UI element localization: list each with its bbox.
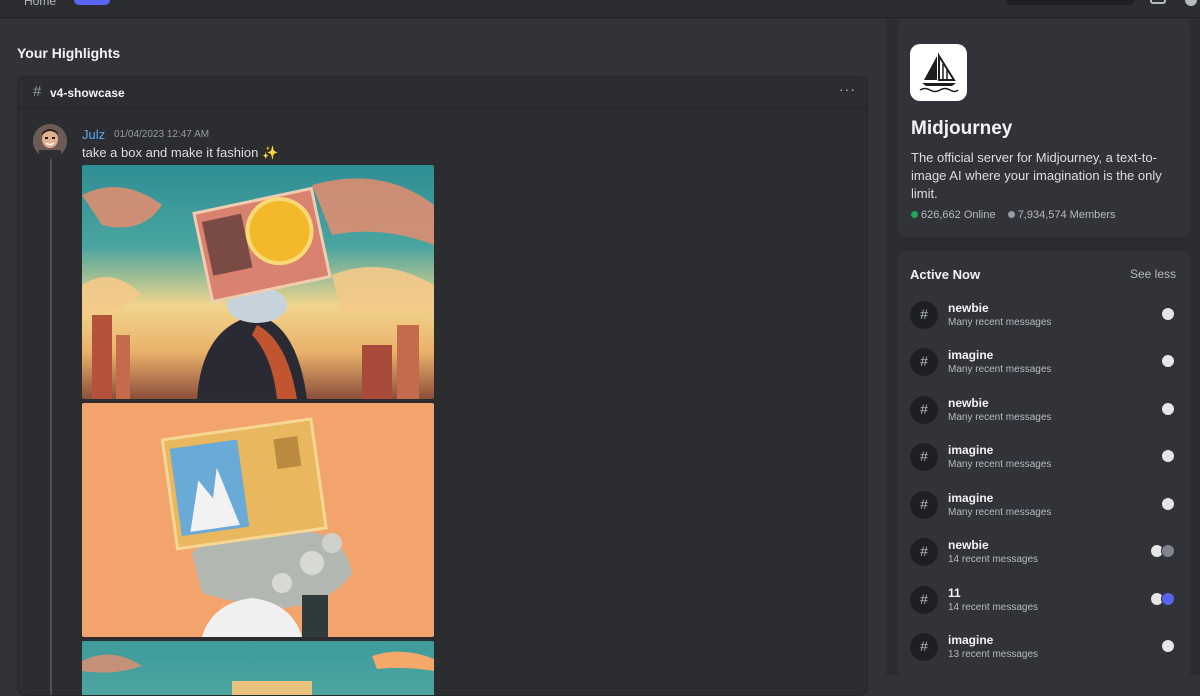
avatar-image bbox=[33, 124, 67, 158]
home-label[interactable]: Home bbox=[24, 0, 56, 8]
avatar[interactable] bbox=[33, 124, 67, 158]
active-item-name: 11 bbox=[948, 586, 961, 600]
user-avatar bbox=[1161, 354, 1175, 368]
active-item-sub: Many recent messages bbox=[948, 364, 1052, 375]
active-item[interactable]: # imagine Many recent messages bbox=[910, 437, 1182, 477]
active-item-sub: Many recent messages bbox=[948, 507, 1052, 518]
sparkles-emoji: ✨ bbox=[261, 145, 279, 160]
user-avatar bbox=[1161, 449, 1175, 463]
active-item-name: imagine bbox=[948, 348, 994, 362]
attachment-image-2[interactable] bbox=[82, 403, 434, 637]
user-avatar bbox=[1161, 592, 1175, 606]
active-item[interactable]: # newbie Many recent messages bbox=[910, 390, 1182, 430]
active-item-sub: Many recent messages bbox=[948, 412, 1052, 423]
username[interactable]: Julz bbox=[82, 127, 105, 142]
active-item-name: newbie bbox=[948, 538, 989, 552]
message-text: take a box and make it fashion ✨ bbox=[82, 145, 278, 161]
active-item[interactable]: # imagine Many recent messages bbox=[910, 342, 1182, 382]
server-card: Midjourney The official server for Midjo… bbox=[898, 18, 1190, 237]
sailboat-logo-icon[interactable] bbox=[910, 44, 967, 101]
active-item-name: imagine bbox=[948, 633, 994, 647]
members-dot bbox=[1007, 211, 1015, 218]
inbox-icon[interactable] bbox=[1150, 0, 1166, 4]
active-item[interactable]: # 11 14 recent messages bbox=[910, 580, 1182, 620]
active-item-sub: Many recent messages bbox=[948, 317, 1052, 328]
attachment-image-3[interactable] bbox=[82, 641, 434, 695]
hash-icon: # bbox=[33, 83, 42, 100]
server-description: The official server for Midjourney, a te… bbox=[911, 150, 1162, 201]
home-icon[interactable] bbox=[4, 0, 18, 4]
thread-line bbox=[50, 159, 52, 695]
online-dot bbox=[911, 211, 918, 218]
search-input[interactable] bbox=[1006, 0, 1134, 5]
channel-thread-icon: # bbox=[910, 538, 938, 566]
card-header[interactable]: # v4-showcase ··· bbox=[18, 77, 867, 108]
message-body: take a box and make it fashion bbox=[82, 145, 259, 160]
user-avatar bbox=[1161, 639, 1175, 653]
active-item-name: imagine bbox=[948, 443, 994, 457]
active-item-sub: 14 recent messages bbox=[948, 554, 1039, 565]
active-item-name: imagine bbox=[948, 491, 994, 505]
right-sidebar: Midjourney The official server for Midjo… bbox=[886, 18, 1200, 691]
see-less-button[interactable]: See less bbox=[1130, 267, 1176, 281]
active-item[interactable]: # imagine Many recent messages bbox=[910, 485, 1182, 525]
user-avatar bbox=[1161, 402, 1175, 416]
active-item-name: newbie bbox=[948, 396, 989, 410]
more-icon[interactable]: ··· bbox=[839, 81, 856, 97]
new-badge bbox=[74, 0, 110, 5]
sailboat-logo-svg bbox=[919, 52, 959, 93]
server-name: Midjourney bbox=[911, 118, 1013, 139]
active-item-name: newbie bbox=[948, 301, 989, 315]
channel-thread-icon: # bbox=[910, 491, 938, 519]
active-item-sub: 14 recent messages bbox=[948, 602, 1039, 613]
active-now-card: Active Now See less # newbie Many recent… bbox=[898, 251, 1190, 691]
channel-thread-icon: # bbox=[910, 348, 938, 376]
active-item[interactable]: # newbie 14 recent messages bbox=[910, 532, 1182, 572]
user-avatar bbox=[1161, 544, 1175, 558]
channel-thread-icon: # bbox=[910, 633, 938, 661]
image-1-art bbox=[82, 178, 434, 399]
image-3-art bbox=[82, 651, 434, 695]
server-stats: 626,662 Online 7,934,574 Members bbox=[911, 209, 1116, 221]
highlight-card: # v4-showcase ··· Julz 01/04/2023 12:47 … bbox=[17, 76, 868, 696]
channel-thread-icon: # bbox=[910, 443, 938, 471]
member-count: 7,934,574 Members bbox=[1017, 209, 1116, 221]
channel-thread-icon: # bbox=[910, 396, 938, 424]
top-bar: Home bbox=[0, 0, 1200, 18]
user-avatar bbox=[1161, 307, 1175, 321]
active-item[interactable]: # imagine 13 recent messages bbox=[910, 627, 1182, 667]
channel-thread-icon: # bbox=[910, 301, 938, 329]
image-2-art bbox=[160, 417, 352, 637]
help-icon[interactable] bbox=[1185, 0, 1197, 6]
active-item[interactable]: # newbie Many recent messages bbox=[910, 295, 1182, 335]
active-now-title: Active Now bbox=[910, 267, 981, 282]
timestamp: 01/04/2023 12:47 AM bbox=[114, 129, 210, 140]
channel-thread-icon: # bbox=[910, 586, 938, 614]
main-content: Your Highlights # v4-showcase ··· Julz 0… bbox=[0, 18, 886, 696]
user-avatar bbox=[1161, 497, 1175, 511]
active-item-sub: Many recent messages bbox=[948, 459, 1052, 470]
channel-name[interactable]: v4-showcase bbox=[50, 86, 125, 100]
attachment-image-1[interactable] bbox=[82, 165, 434, 399]
section-title: Your Highlights bbox=[17, 45, 121, 61]
online-count: 626,662 Online bbox=[921, 209, 996, 221]
active-item-sub: 13 recent messages bbox=[948, 649, 1039, 660]
